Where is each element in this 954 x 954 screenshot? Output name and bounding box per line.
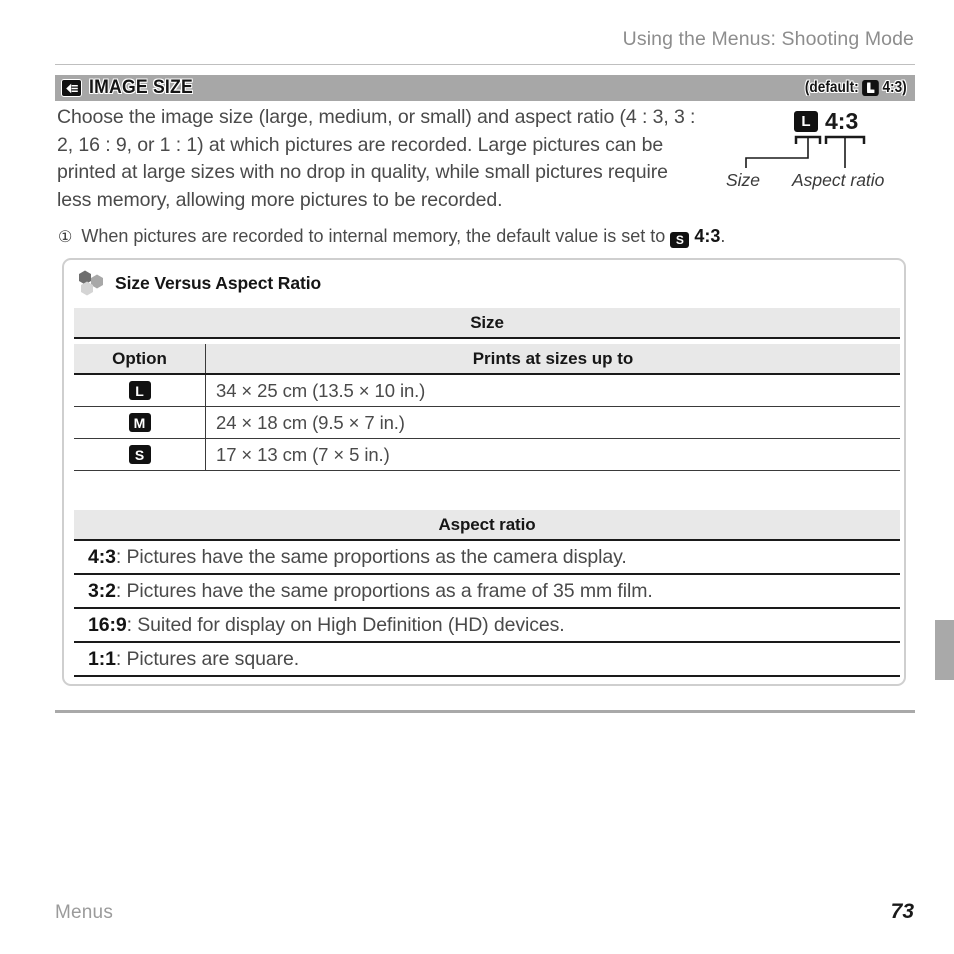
size-table-col-option: Option <box>74 344 206 373</box>
aspect-ratio-desc: : Pictures have the same proportions as … <box>115 545 627 568</box>
page-edge-tab-marker <box>935 620 954 680</box>
aspect-table-bottom-rule <box>74 675 900 677</box>
section-title-bar: IMAGE SIZE (default: L 4:3) <box>55 75 915 101</box>
aspect-ratio-desc: : Pictures have the same proportions as … <box>115 579 653 602</box>
aspect-ratio-desc: : Pictures are square. <box>115 647 300 670</box>
note-text-before: When pictures are recorded to internal m… <box>81 226 666 246</box>
section-title: IMAGE SIZE <box>89 77 193 98</box>
table-row: M 24 × 18 cm (9.5 × 7 in.) <box>74 407 900 438</box>
tip-box: Size Versus Aspect Ratio Size Option Pri… <box>62 258 906 686</box>
page-number: 73 <box>890 900 914 923</box>
aspect-ratio-value: 3:2 <box>88 579 116 602</box>
note-text-after: . <box>720 226 726 246</box>
size-badge-large: L <box>862 80 880 96</box>
size-badge-large: L <box>128 381 151 400</box>
aspect-ratio-table: Aspect ratio 4:3 : Pictures have the sam… <box>74 510 900 677</box>
size-table-col-prints: Prints at sizes up to <box>472 349 634 368</box>
size-prints-cell: 24 × 18 cm (9.5 × 7 in.) <box>216 411 405 433</box>
image-size-menu-icon <box>61 79 82 97</box>
size-badge-small: S <box>128 445 151 464</box>
size-aspect-callout-diagram: L 4:3 Size Aspect ratio <box>716 106 926 202</box>
diagram-label-aspect-ratio: Aspect ratio <box>792 170 885 190</box>
hexagons-tip-icon <box>79 270 103 296</box>
size-table: Size Option Prints at sizes up to L 34 ×… <box>74 308 900 471</box>
aspect-table-band: Aspect ratio <box>74 510 900 539</box>
tip-title: Size Versus Aspect Ratio <box>115 272 322 293</box>
note-text: When pictures are recorded to internal m… <box>81 224 725 248</box>
size-table-bottom-rule <box>74 470 900 471</box>
footer-chapter-label: Menus <box>55 902 114 923</box>
size-option-cell: S <box>74 439 206 470</box>
size-option-cell: M <box>74 407 206 438</box>
size-prints-cell: 17 × 13 cm (7 × 5 in.) <box>216 443 390 465</box>
running-head: Using the Menus: Shooting Mode <box>622 28 914 50</box>
tip-header: Size Versus Aspect Ratio <box>77 270 321 296</box>
table-row: 3:2 : Pictures have the same proportions… <box>74 575 900 607</box>
header-divider <box>55 64 915 65</box>
footer-divider <box>55 710 915 713</box>
section-body-text: Choose the image size (large, medium, or… <box>57 106 696 211</box>
default-ratio-label: 4:3) <box>882 79 907 96</box>
diagram-label-size: Size <box>726 170 761 190</box>
size-badge-small: S <box>670 232 690 248</box>
size-table-band: Size <box>74 308 900 337</box>
default-prefix-label: (default: <box>805 79 859 96</box>
table-row: L 34 × 25 cm (13.5 × 10 in.) <box>74 375 900 406</box>
caution-circled-one-icon: ① <box>58 229 73 246</box>
size-badge-medium: M <box>128 413 151 432</box>
table-row: 16:9 : Suited for display on High Defini… <box>74 609 900 641</box>
size-option-cell: L <box>74 375 206 406</box>
aspect-ratio-value: 16:9 <box>88 613 127 636</box>
size-prints-cell: 34 × 25 cm (13.5 × 10 in.) <box>216 379 426 401</box>
table-row: S 17 × 13 cm (7 × 5 in.) <box>74 439 900 470</box>
size-table-head-row: Option Prints at sizes up to <box>74 344 900 373</box>
internal-memory-note: ① When pictures are recorded to internal… <box>58 224 918 248</box>
aspect-ratio-value: 1:1 <box>88 647 116 670</box>
aspect-ratio-desc: : Suited for display on High Definition … <box>126 613 565 636</box>
note-ratio: 4:3 <box>694 226 721 246</box>
table-row: 1:1 : Pictures are square. <box>74 643 900 675</box>
section-default-value: (default: L 4:3) <box>805 79 907 97</box>
table-row: 4:3 : Pictures have the same proportions… <box>74 541 900 573</box>
aspect-ratio-value: 4:3 <box>88 545 116 568</box>
